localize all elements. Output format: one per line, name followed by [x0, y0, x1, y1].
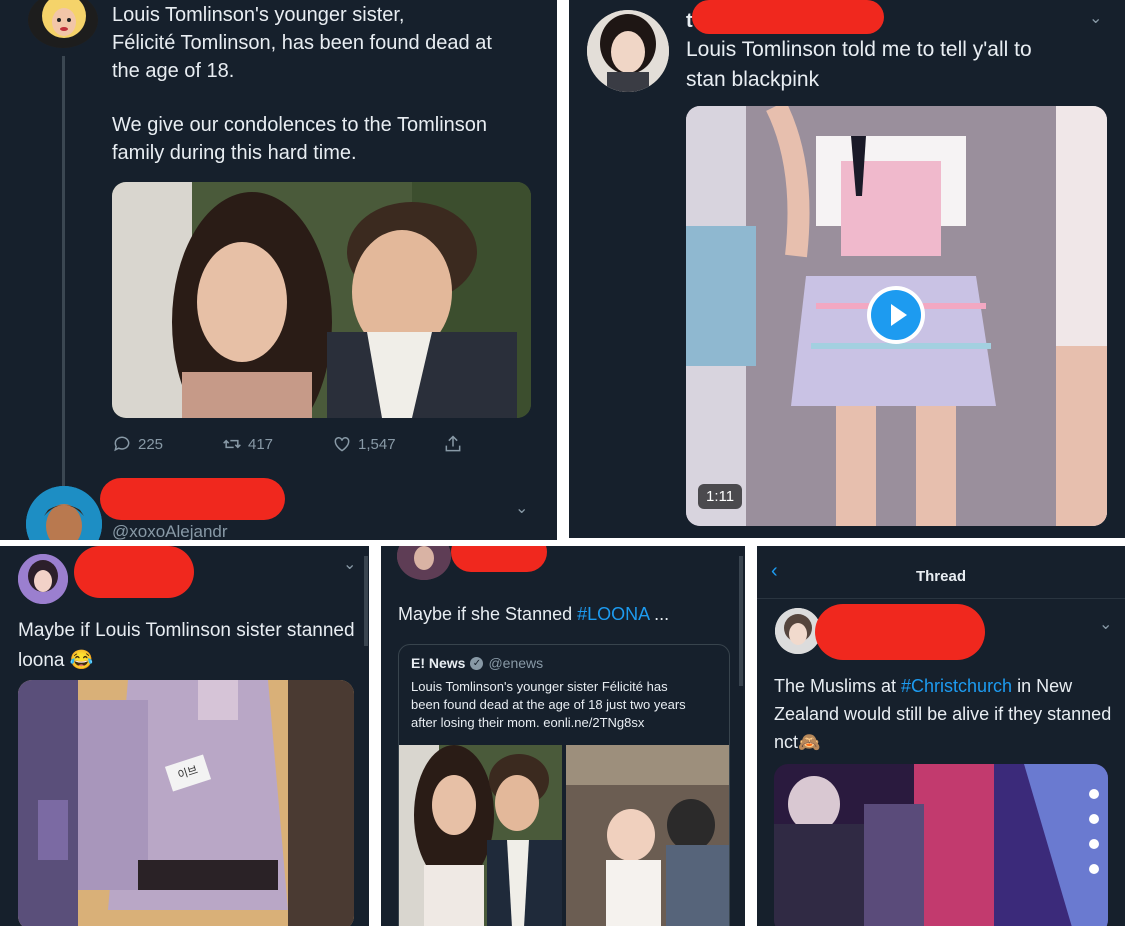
- tweet-text-mid: in New: [1012, 676, 1073, 696]
- reply-count: 225: [138, 435, 164, 453]
- user-avatar[interactable]: [397, 546, 451, 580]
- heart-icon: [334, 436, 350, 452]
- tweet-text-line: the age of 18.: [112, 60, 235, 82]
- user-avatar[interactable]: [18, 554, 68, 604]
- play-button[interactable]: [867, 286, 925, 344]
- header-title: Thread: [915, 568, 966, 585]
- tweet-text-line: Maybe if Louis Tomlinson sister stanned: [18, 620, 355, 641]
- quoted-author-handle[interactable]: @enews: [488, 655, 543, 671]
- tweet-photo[interactable]: [112, 182, 531, 418]
- quoted-text-line: after losing their mom. eonli.ne/2TNg8sx: [411, 715, 645, 730]
- tweet-panel-condolences: Louis Tomlinson's younger sister, Félici…: [0, 0, 557, 540]
- hashtag-link[interactable]: #LOONA: [577, 604, 649, 624]
- quoted-author: E! News ✓ @enews: [411, 655, 543, 671]
- tweet-text-line: nct🙈: [774, 732, 821, 752]
- user-avatar[interactable]: [26, 486, 102, 540]
- tweet-text-line: Félicité Tomlinson, has been found dead …: [112, 32, 492, 54]
- tweet-photo[interactable]: 이브: [18, 680, 354, 926]
- tweet-text: Maybe if she Stanned #LOONA ...: [398, 604, 669, 625]
- scrollbar[interactable]: [739, 556, 743, 686]
- quoted-photo[interactable]: [399, 745, 562, 926]
- tweet-panel-thread: ‹ Thread ⌄ The Muslims at #Christchurch …: [757, 546, 1125, 926]
- chevron-down-icon[interactable]: ⌄: [515, 498, 528, 518]
- user-avatar[interactable]: [28, 0, 98, 48]
- tweet-text-prefix: The Muslims at: [774, 676, 902, 696]
- share-icon: [445, 435, 461, 452]
- reply-icon: [114, 436, 130, 452]
- tweet-text-line: loona 😂: [18, 650, 94, 671]
- tweet-text-line: stan blackpink: [686, 68, 820, 91]
- redaction-mark: [451, 546, 547, 572]
- user-avatar[interactable]: [587, 10, 669, 92]
- redaction-mark: [692, 0, 884, 34]
- tweet-text-suffix: ...: [649, 604, 670, 624]
- tweet-text-line: Zealand would still be alive if they sta…: [774, 704, 1112, 724]
- retweet-button[interactable]: 417: [222, 434, 273, 454]
- scrollbar[interactable]: [364, 556, 368, 646]
- thread-line: [62, 56, 65, 486]
- tweet-text: The Muslims at #Christchurch in New: [774, 676, 1072, 697]
- hashtag-link[interactable]: #Christchurch: [901, 676, 1012, 696]
- chevron-down-icon[interactable]: ⌄: [1099, 614, 1112, 634]
- tweet-text-line: family during this hard time.: [112, 142, 357, 164]
- quoted-author-name[interactable]: E! News: [411, 655, 465, 671]
- video-duration: 1:11: [698, 484, 743, 509]
- like-count: 1,547: [358, 435, 396, 453]
- tweet-photo[interactable]: [774, 764, 1108, 926]
- reply-button[interactable]: 225: [112, 434, 163, 454]
- quoted-text-line: been found dead at the age of 18 just tw…: [411, 697, 686, 712]
- tweet-text-line: We give our condolences to the Tomlinson: [112, 114, 488, 136]
- redaction-mark: [100, 478, 285, 520]
- user-handle[interactable]: @xoxoAlejandr: [112, 522, 228, 540]
- retweet-count: 417: [248, 435, 274, 453]
- tweet-panel-enews-quote: Maybe if she Stanned #LOONA ... E! News …: [381, 546, 745, 926]
- tweet-text-prefix: Maybe if she Stanned: [398, 604, 578, 624]
- quoted-tweet-card[interactable]: E! News ✓ @enews Louis Tomlinson's young…: [398, 644, 730, 926]
- share-button[interactable]: [443, 434, 463, 454]
- tweet-text-line: Louis Tomlinson told me to tell y'all to: [686, 38, 1032, 61]
- tweet-text-line: Louis Tomlinson's younger sister,: [112, 4, 405, 26]
- verified-badge-icon: ✓: [470, 656, 484, 670]
- quoted-photo[interactable]: [566, 745, 729, 926]
- thread-header: ‹ Thread: [757, 546, 1125, 599]
- tweet-panel-loona: ⌄ Maybe if Louis Tomlinson sister stanne…: [0, 546, 369, 926]
- play-icon: [871, 290, 921, 340]
- redaction-mark: [815, 604, 985, 660]
- chevron-down-icon[interactable]: ⌄: [343, 554, 356, 574]
- chevron-down-icon[interactable]: ⌄: [1089, 8, 1102, 28]
- redaction-mark: [74, 546, 194, 598]
- like-button[interactable]: 1,547: [332, 434, 396, 454]
- tweet-video[interactable]: 1:11: [686, 106, 1107, 526]
- quoted-text-line: Louis Tomlinson's younger sister Félicit…: [411, 679, 668, 694]
- tweet-panel-blackpink: t ⌄ Louis Tomlinson told me to tell y'al…: [569, 0, 1125, 538]
- retweet-icon: [223, 439, 241, 449]
